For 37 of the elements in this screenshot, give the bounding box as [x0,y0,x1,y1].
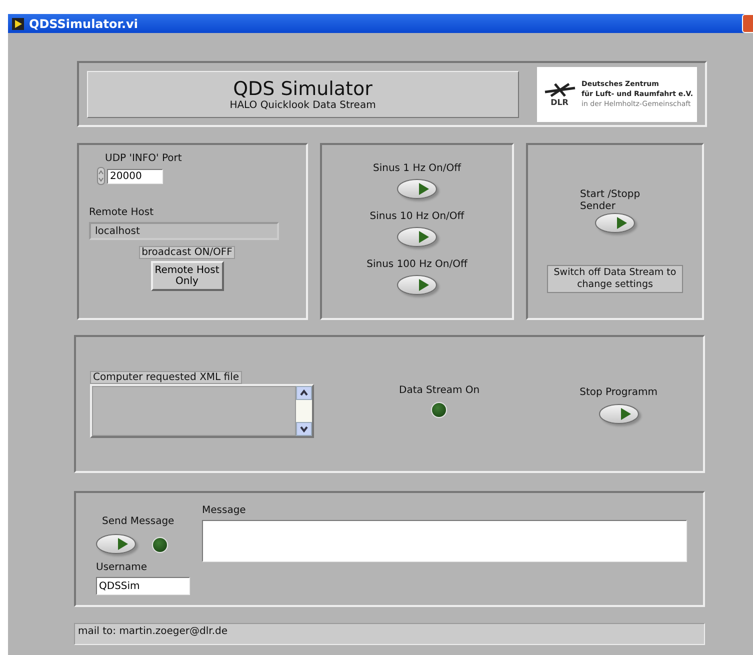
port-label: UDP 'INFO' Port [105,153,183,165]
arrow-button[interactable] [96,534,136,554]
arrow-button[interactable] [397,275,437,295]
broadcast-label: broadcast ON/OFF [138,246,236,259]
username-label: Username [96,562,148,574]
close-button[interactable] [742,14,753,33]
arrow-button[interactable] [397,227,437,247]
message-label: Message [202,505,247,517]
arrow-button[interactable] [595,213,635,233]
xml-label: Computer requested XML file [90,370,242,384]
host-field[interactable]: localhost [89,222,279,240]
username-field[interactable]: QDSSim [96,577,190,595]
app-title: QDS Simulator [233,78,372,100]
led-label: Data Stream On [399,385,480,397]
settings-note: Switch off Data Stream to change settings [547,265,683,293]
contact-text: mail to: martin.zoeger@dlr.de [74,623,705,645]
spinner-icon[interactable] [97,167,105,185]
switch-label: Sinus 10 Hz On/Off [370,211,464,223]
app-subtitle: HALO Quicklook Data Stream [230,100,376,110]
app-icon [12,18,24,30]
switch-label: Sinus 1 Hz On/Off [372,163,462,175]
window-title: QDSSimulator.vi [29,16,139,30]
arrow-button[interactable] [598,404,639,424]
arrow-button[interactable] [397,179,437,199]
switch-label: Start /Stopp Sender [580,189,642,213]
switch-label: Sinus 100 Hz On/Off [366,259,468,271]
scroll-down-icon[interactable] [296,422,312,436]
logo-icon [542,82,577,98]
switch-label: Send Message [102,516,176,528]
message-field[interactable] [202,520,687,562]
port-field[interactable]: 20000 [107,168,163,184]
logo-mark: DLR [550,98,568,106]
switch-label: Stop Programm [580,387,658,399]
remote-host-only-button[interactable]: Remote Host Only [150,261,224,291]
xml-text-area[interactable] [90,384,314,438]
host-label: Remote Host [89,207,155,219]
scroll-up-icon[interactable] [296,386,312,400]
